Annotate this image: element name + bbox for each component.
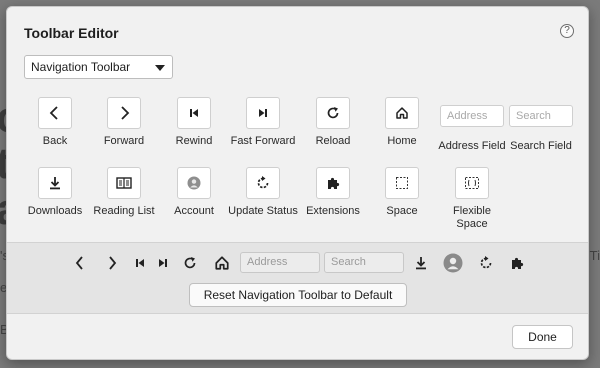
reset-toolbar-button[interactable]: Reset Navigation Toolbar to Default [189,283,407,307]
toolbar-reload-icon[interactable] [178,251,202,275]
toolbar-update-status-icon[interactable] [474,251,498,275]
flexible-space-icon [455,167,489,199]
update-status-icon [246,167,280,199]
toolbar-account-icon[interactable] [441,251,465,275]
toolbar-search-field[interactable]: Search [324,252,404,273]
dialog-title: Toolbar Editor [24,25,119,41]
chevron-right-icon [107,97,141,129]
help-button[interactable]: ? [560,24,574,38]
reload-icon [316,97,350,129]
chevron-left-icon [38,97,72,129]
toolbar-home-icon[interactable] [210,251,234,275]
space-icon [385,167,419,199]
palette-item-flexible-space[interactable]: Flexible Space [427,167,517,231]
rewind-icon [177,97,211,129]
background-text: Ti [589,248,600,263]
address-field-preview: Address [440,105,504,127]
search-field-preview: Search [509,105,573,127]
account-icon [177,167,211,199]
toolbar-rewind-icon[interactable] [128,251,152,275]
fast-forward-icon [246,97,280,129]
current-toolbar-strip: Address Search Reset Navigation Toolbar … [7,242,588,314]
toolbar-fast-forward-icon[interactable] [151,251,175,275]
reading-list-icon [107,167,141,199]
toolbar-extensions-icon[interactable] [505,251,529,275]
palette-label: Flexible Space [453,205,491,230]
toolbar-select-value: Navigation Toolbar [31,60,131,74]
toolbar-forward-icon[interactable] [100,251,124,275]
home-icon [385,97,419,129]
toolbar-address-field[interactable]: Address [240,252,320,273]
toolbar-select[interactable]: Navigation Toolbar [24,55,173,79]
palette-label: Search Field [510,140,572,152]
toolbar-download-icon[interactable] [409,251,433,275]
dropdown-arrow-icon [155,65,165,71]
puzzle-icon [316,167,350,199]
toolbar-back-icon[interactable] [68,251,92,275]
done-button[interactable]: Done [512,325,573,349]
toolbar-editor-dialog: Toolbar Editor ? Navigation Toolbar Back… [6,6,589,360]
palette-item-search-field[interactable]: Search Search Field [496,105,586,153]
download-icon [38,167,72,199]
